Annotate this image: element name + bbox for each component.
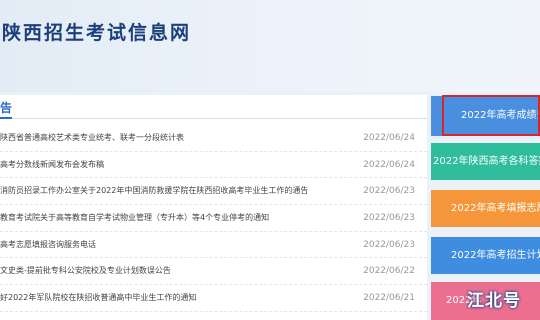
site-header: 陕西招生考试信息网: [0, 0, 540, 92]
news-item[interactable]: 消防员招录工作办公室关于2022年中国消防救援学院在陕西招收高考毕业生工作的通告…: [0, 178, 427, 206]
tab-active-indicator: [0, 117, 12, 119]
site-title[interactable]: 陕西招生考试信息网: [2, 18, 191, 45]
news-title[interactable]: 好2022年军队院校在陕招收普通高中毕业生工作的通知: [0, 285, 360, 311]
news-title[interactable]: 教育考试院关于高等教育自学考试物业管理（专升本）等4个专业停考的通知: [0, 205, 360, 231]
news-title[interactable]: 文史类-提前批专科公安院校及专业计划数误公告: [0, 258, 360, 284]
news-title[interactable]: 高考志愿填报咨询服务电话: [0, 232, 360, 258]
exam-answers-button[interactable]: 2022年陕西高考各科答案: [431, 143, 540, 180]
enrollment-plan-button[interactable]: 2022年高考招生计划: [431, 237, 540, 274]
news-date: 2022/06/21: [363, 293, 415, 304]
news-title[interactable]: 消防员招录工作办公室关于2022年中国消防救援学院在陕西招收高考毕业生工作的通告: [0, 178, 360, 204]
highlight-annotation: [442, 95, 540, 136]
notice-tab[interactable]: 告: [0, 99, 12, 116]
tab-divider: [0, 118, 427, 119]
news-date: 2022/06/23: [363, 186, 415, 197]
news-item[interactable]: 文史类-提前批专科公安院校及专业计划数误公告 2022/06/22: [0, 258, 427, 286]
application-guide-button[interactable]: 2022年高考填报志愿: [431, 190, 540, 227]
news-date: 2022/06/23: [363, 213, 415, 224]
news-date: 2022/06/23: [363, 239, 415, 250]
watermark-logo: 江北号: [467, 291, 521, 311]
news-item[interactable]: 高考分数线新闻发布会发布稿 2022/06/24: [0, 152, 427, 179]
news-date: 2022/06/24: [363, 133, 415, 143]
news-item[interactable]: 教育考试院关于高等教育自学考试物业管理（专升本）等4个专业停考的通知 2022/…: [0, 205, 427, 232]
news-list: 陕西省普通高校艺术类专业统考、联考一分段统计表 2022/06/24 高考分数线…: [0, 125, 427, 312]
news-date: 2022/06/24: [363, 159, 415, 170]
news-item[interactable]: 好2022年军队院校在陕招收普通高中毕业生工作的通知 2022/06/21: [0, 285, 427, 312]
news-date: 2022/06/22: [363, 266, 415, 277]
news-title[interactable]: 高考分数线新闻发布会发布稿: [0, 152, 360, 178]
news-item[interactable]: 高考志愿填报咨询服务电话 2022/06/23: [0, 232, 427, 259]
news-title[interactable]: 陕西省普通高校艺术类专业统考、联考一分段统计表: [0, 125, 360, 151]
notice-panel: 告 陕西省普通高校艺术类专业统考、联考一分段统计表 2022/06/24 高考分…: [0, 95, 427, 320]
news-item[interactable]: 陕西省普通高校艺术类专业统考、联考一分段统计表 2022/06/24: [0, 125, 427, 152]
